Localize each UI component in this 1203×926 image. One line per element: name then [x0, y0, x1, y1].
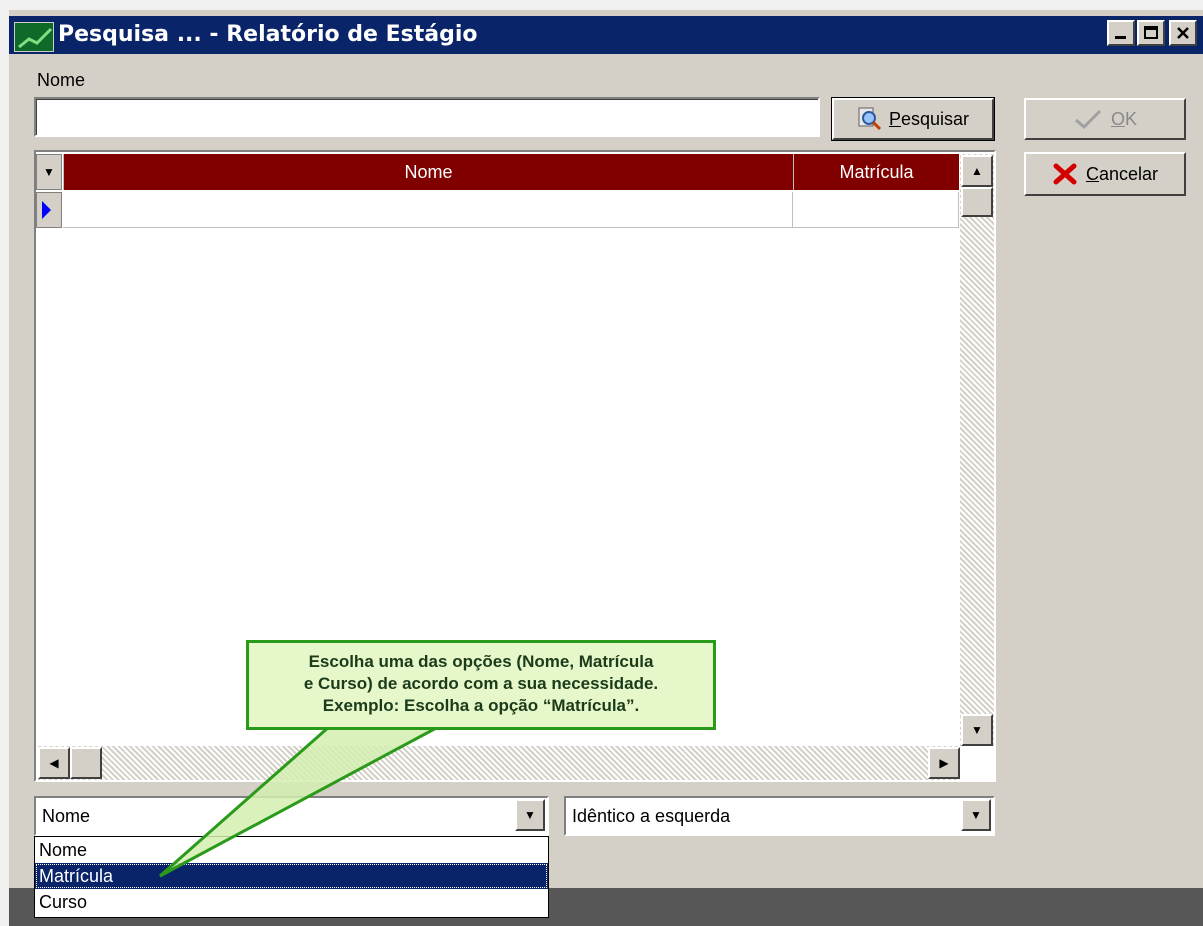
callout-line-2: e Curso) de acordo com a sua necessidade…: [303, 674, 659, 693]
callout-line-3: Exemplo: Escolha a opção “Matrícula”.: [322, 696, 640, 715]
callout-line-1: Escolha uma das opções (Nome, Matrícula: [308, 652, 654, 671]
callout-pointer: [159, 724, 441, 878]
instruction-callout: Escolha uma das opções (Nome, Matrícula …: [246, 640, 716, 730]
